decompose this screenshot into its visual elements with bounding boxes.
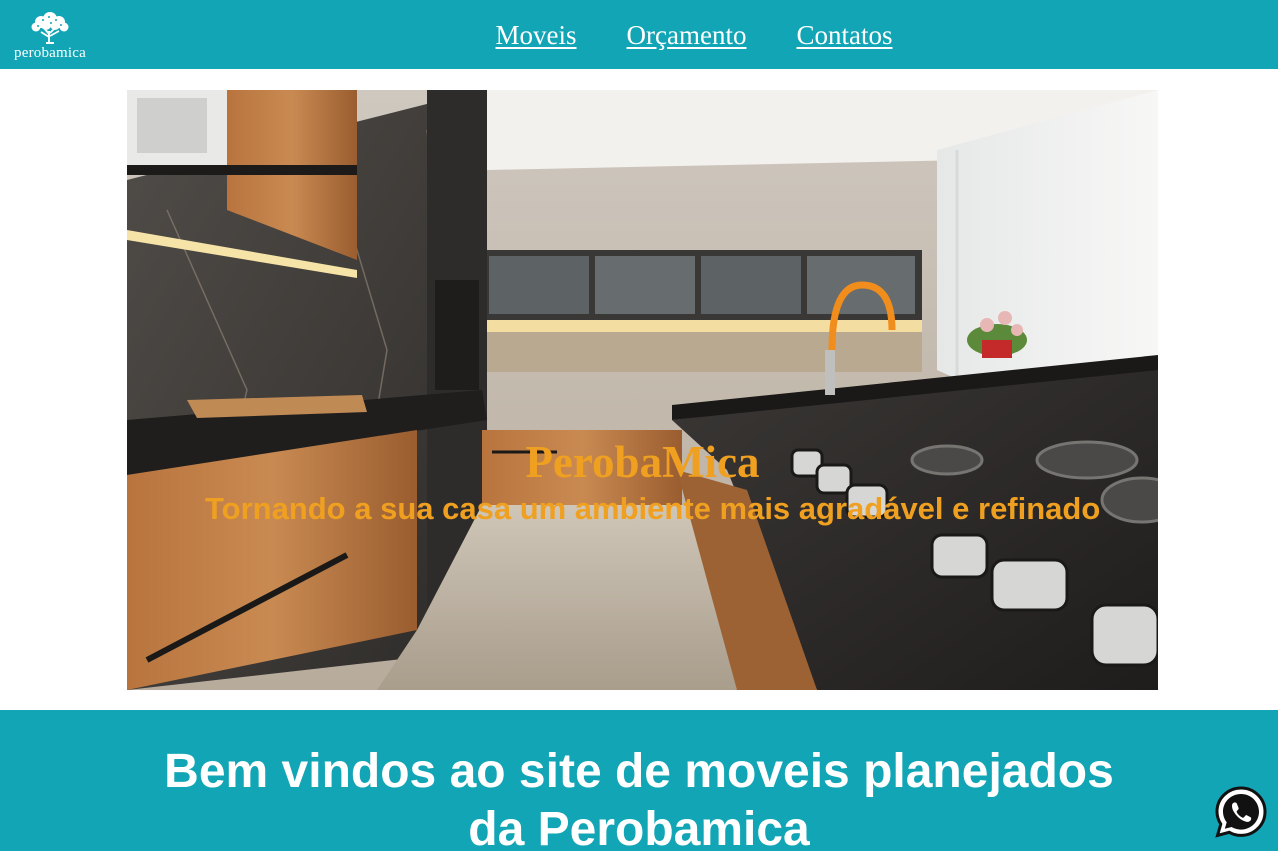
whatsapp-button[interactable] (1214, 785, 1268, 839)
nav-link-moveis[interactable]: Moveis (496, 20, 577, 51)
nav-link-orcamento[interactable]: Orçamento (627, 20, 747, 51)
kitchen-photo (127, 90, 1158, 690)
hero-subtitle: Tornando a sua casa um ambiente mais agr… (205, 491, 1101, 526)
main-nav: Moveis Orçamento Contatos (0, 20, 1278, 51)
welcome-section: Bem vindos ao site de moveis planejados … (0, 710, 1278, 856)
hero-title: PerobaMica (525, 437, 760, 487)
hero-banner: PerobaMica Tornando a sua casa um ambien… (127, 90, 1158, 690)
top-navbar: perobamica Moveis Orçamento Contatos (0, 0, 1278, 69)
welcome-heading: Bem vindos ao site de moveis planejados … (164, 745, 1114, 856)
nav-link-contatos[interactable]: Contatos (796, 20, 892, 51)
whatsapp-icon (1215, 786, 1267, 838)
